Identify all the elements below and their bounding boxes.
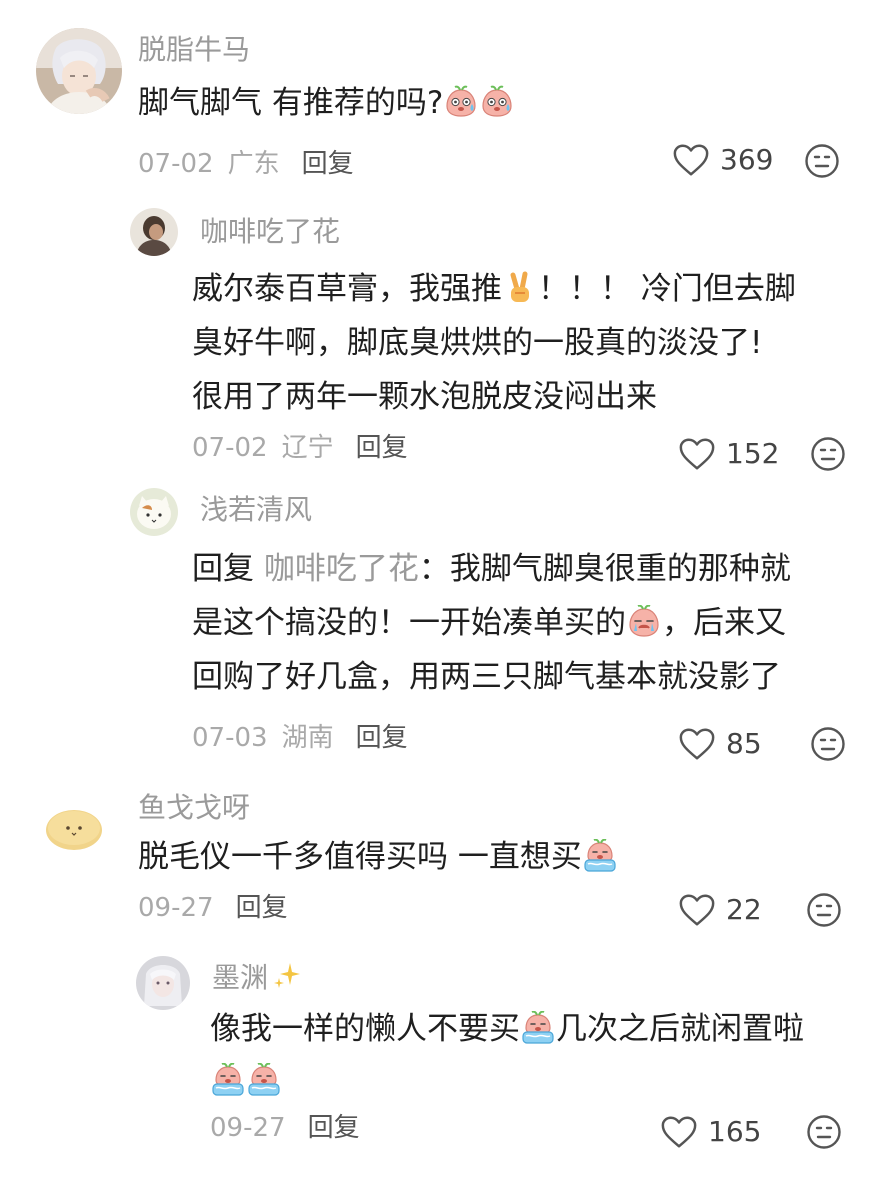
comment-text-part: ：我脚气脚臭很重的那种就 xyxy=(418,551,791,587)
reply-button[interactable]: 回复 xyxy=(236,893,288,923)
comment-5: 墨渊 像我一样的懒人不要买 几次之后就闲置啦 09-27 回复 165 xyxy=(0,940,881,1193)
comment-text-line: 臭好牛啊，脚底臭烘烘的一股真的淡没了! xyxy=(192,325,763,361)
comment-text-part: 威尔泰百草膏，我强推 xyxy=(192,271,502,307)
like-count: 22 xyxy=(726,893,762,926)
comment-meta: 07-02 辽宁 回复 xyxy=(192,432,408,464)
heart-outline-icon xyxy=(678,726,716,762)
meh-face-icon xyxy=(806,1114,842,1150)
comment-text: 脱毛仪一千多值得买吗 一直想买 xyxy=(138,830,618,884)
comment-date: 09-27 xyxy=(210,1113,286,1143)
username-text: 墨渊 xyxy=(212,961,269,994)
avatar[interactable] xyxy=(36,28,122,114)
heart-outline-icon xyxy=(672,142,710,178)
meh-face-icon xyxy=(810,436,846,472)
meh-face-icon xyxy=(806,892,842,928)
like-button[interactable]: 369 xyxy=(672,142,773,178)
avatar[interactable] xyxy=(130,488,178,536)
comment-2: 咖啡吃了花 威尔泰百草膏，我强推 ！！！ 冷门但去脚 臭好牛啊，脚底臭烘烘的一股真… xyxy=(0,190,881,480)
reply-button[interactable]: 回复 xyxy=(356,433,408,463)
heart-outline-icon xyxy=(660,1114,698,1150)
meh-face-icon xyxy=(804,143,840,179)
meh-face-icon xyxy=(810,726,846,762)
comment-date: 07-03 xyxy=(192,723,268,753)
comment-text-line xyxy=(210,1054,282,1108)
comment-date: 07-02 xyxy=(192,433,268,463)
sparkles-icon xyxy=(272,961,302,991)
dislike-button[interactable] xyxy=(804,143,840,179)
comment-meta: 07-02 广东 回复 xyxy=(138,148,354,180)
comment-3: 浅若清风 回复 咖啡吃了花：我脚气脚臭很重的那种就 是这个搞没的！一开始凑单买的… xyxy=(0,480,881,780)
dislike-button[interactable] xyxy=(810,436,846,472)
comment-region: 湖南 xyxy=(281,723,334,753)
avatar[interactable] xyxy=(36,788,112,864)
comment-meta: 07-03 湖南 回复 xyxy=(192,722,408,754)
sweat-face-emoji xyxy=(480,85,514,119)
crying-in-bath-emoji xyxy=(211,1063,245,1097)
like-button[interactable]: 85 xyxy=(678,726,762,762)
reply-button[interactable]: 回复 xyxy=(356,723,408,753)
heart-outline-icon xyxy=(678,436,716,472)
dislike-button[interactable] xyxy=(810,726,846,762)
like-count: 85 xyxy=(726,727,762,760)
comment-4: 鱼戈戈呀 脱毛仪一千多值得买吗 一直想买 09-27 回复 22 xyxy=(0,780,881,940)
username[interactable]: 鱼戈戈呀 xyxy=(138,790,250,826)
comment-text-part: 像我一样的懒人不要买 xyxy=(210,1011,520,1047)
comment-text-part: 几次之后就闲置啦 xyxy=(556,1011,804,1047)
like-count: 152 xyxy=(726,437,780,470)
reply-prefix: 回复 xyxy=(192,551,254,587)
crying-in-bath-emoji xyxy=(521,1011,555,1045)
comment-text-line: 回复 咖啡吃了花：我脚气脚臭很重的那种就 xyxy=(192,542,791,596)
avatar[interactable] xyxy=(136,956,190,1010)
comment-text-part: 是这个搞没的！一开始凑单买的 xyxy=(192,605,626,641)
dislike-button[interactable] xyxy=(806,1114,842,1150)
comment-text-part: ！！！ 冷门但去脚 xyxy=(538,271,796,307)
mention-link[interactable]: 咖啡吃了花 xyxy=(264,551,419,587)
crying-in-bath-emoji xyxy=(247,1063,281,1097)
comment-text-part: ，后来又 xyxy=(662,605,786,641)
comment-region: 辽宁 xyxy=(281,433,334,463)
comment-text-line: 威尔泰百草膏，我强推 ！！！ 冷门但去脚 xyxy=(192,262,796,316)
comment-date: 07-02 xyxy=(138,149,214,179)
comment-text: 脚气脚气 有推荐的吗? xyxy=(138,76,515,130)
comment-region: 广东 xyxy=(227,149,280,179)
comment-text-part: 脚气脚气 有推荐的吗? xyxy=(138,85,444,121)
username[interactable]: 墨渊 xyxy=(212,960,302,996)
like-button[interactable]: 165 xyxy=(660,1114,761,1150)
dislike-button[interactable] xyxy=(806,892,842,928)
heart-outline-icon xyxy=(678,892,716,928)
comment-1: 脱脂牛马 脚气脚气 有推荐的吗? 07-02 广东 回复 369 xyxy=(0,0,881,190)
crying-in-bath-emoji xyxy=(583,839,617,873)
username[interactable]: 浅若清风 xyxy=(200,492,312,528)
like-count: 369 xyxy=(720,143,774,176)
comment-text-line: 很用了两年一颗水泡脱皮没闷出来 xyxy=(192,379,657,415)
reply-button[interactable]: 回复 xyxy=(308,1113,360,1143)
sweat-face-emoji xyxy=(444,85,478,119)
username[interactable]: 脱脂牛马 xyxy=(138,32,250,68)
reply-button[interactable]: 回复 xyxy=(302,149,354,179)
crying-face-emoji xyxy=(627,605,661,639)
comment-text-line: 回购了好几盒，用两三只脚气基本就没影了 xyxy=(192,659,781,695)
comment-meta: 09-27 回复 xyxy=(138,892,288,924)
like-button[interactable]: 152 xyxy=(678,436,779,472)
avatar[interactable] xyxy=(130,208,178,256)
username[interactable]: 咖啡吃了花 xyxy=(200,214,340,250)
comment-meta: 09-27 回复 xyxy=(210,1112,360,1144)
comment-date: 09-27 xyxy=(138,893,214,923)
like-count: 165 xyxy=(708,1115,762,1148)
comment-text-line: 是这个搞没的！一开始凑单买的 ，后来又 xyxy=(192,596,786,650)
comment-text-line: 像我一样的懒人不要买 几次之后就闲置啦 xyxy=(210,1002,804,1056)
comment-text-part: 脱毛仪一千多值得买吗 一直想买 xyxy=(138,839,582,875)
like-button[interactable]: 22 xyxy=(678,892,762,928)
victory-hand-emoji xyxy=(503,271,537,305)
